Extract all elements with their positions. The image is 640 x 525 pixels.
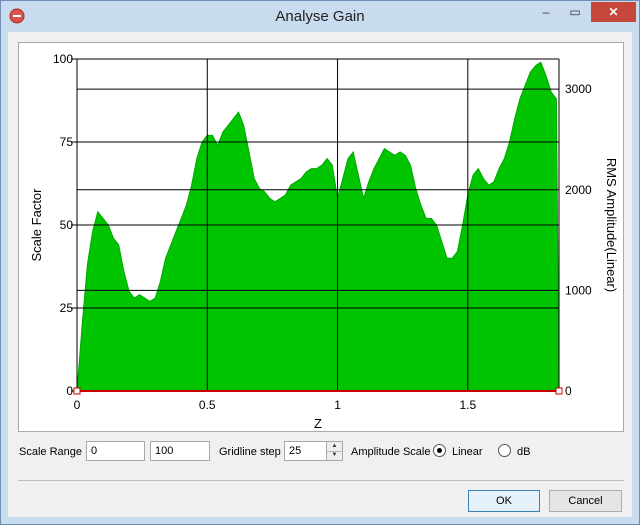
gain-chart[interactable]: 0 0.5 1 1.5 0 1000 2000 3000 0 25 50 75 100 Z Scale Fa… [19,43,623,431]
gridline-stepper[interactable]: ▲ ▼ [326,441,343,461]
dialog-window: Analyse Gain ‒ ▭ ✕ 0 0.5 1 1.5 0 1000 2000 3000… [0,0,640,525]
x-axis-label: Z [314,416,322,431]
plot-frame: 0 0.5 1 1.5 0 1000 2000 3000 0 25 50 75 100 Z Scale Fa… [18,42,624,432]
x-tick-label: 0.5 [199,398,216,412]
right-axis-label: RMS Amplitude(Linear) [604,158,619,292]
left-axis-label: Scale Factor [29,188,44,262]
gain-area-series [76,61,560,392]
baseline-start-handle [73,387,81,395]
linear-radio-label[interactable]: Linear [452,446,483,458]
separator-line [18,480,624,481]
close-button[interactable]: ✕ [591,2,636,22]
amplitude-scale-label: Amplitude Scale [351,446,431,458]
baseline-end-handle [555,387,563,395]
gridline-step-label: Gridline step [219,446,281,458]
linear-radio[interactable] [433,444,446,457]
x-tick-label: 1.5 [459,398,476,412]
left-tick-label: 50 [60,218,74,232]
radio-selected-dot [437,448,442,453]
gridline-step-input[interactable]: 25 [284,441,327,461]
right-tick-label: 1000 [565,283,592,297]
right-tick-label: 2000 [565,183,592,197]
x-tick-label: 0 [74,398,81,412]
right-tick-label: 3000 [565,82,592,96]
right-tick-label: 0 [565,384,572,398]
cancel-button[interactable]: Cancel [549,490,622,512]
scale-max-input[interactable]: 100 [150,441,210,461]
ok-button[interactable]: OK [468,490,540,512]
db-radio[interactable] [498,444,511,457]
left-tick-label: 75 [60,135,74,149]
x-tick-label: 1 [334,398,341,412]
left-tick-label: 25 [60,301,74,315]
db-radio-label[interactable]: dB [517,446,530,458]
dialog-client-area: 0 0.5 1 1.5 0 1000 2000 3000 0 25 50 75 100 Z Scale Fa… [8,32,632,517]
minimize-button[interactable]: ‒ [531,2,561,22]
left-tick-label: 100 [53,52,73,66]
scale-range-label: Scale Range [19,446,82,458]
spin-down-icon[interactable]: ▼ [327,451,342,460]
maximize-button[interactable]: ▭ [561,2,589,22]
scale-min-input[interactable]: 0 [86,441,145,461]
title-bar[interactable]: Analyse Gain ‒ ▭ ✕ [1,1,639,32]
left-tick-label: 0 [66,384,73,398]
